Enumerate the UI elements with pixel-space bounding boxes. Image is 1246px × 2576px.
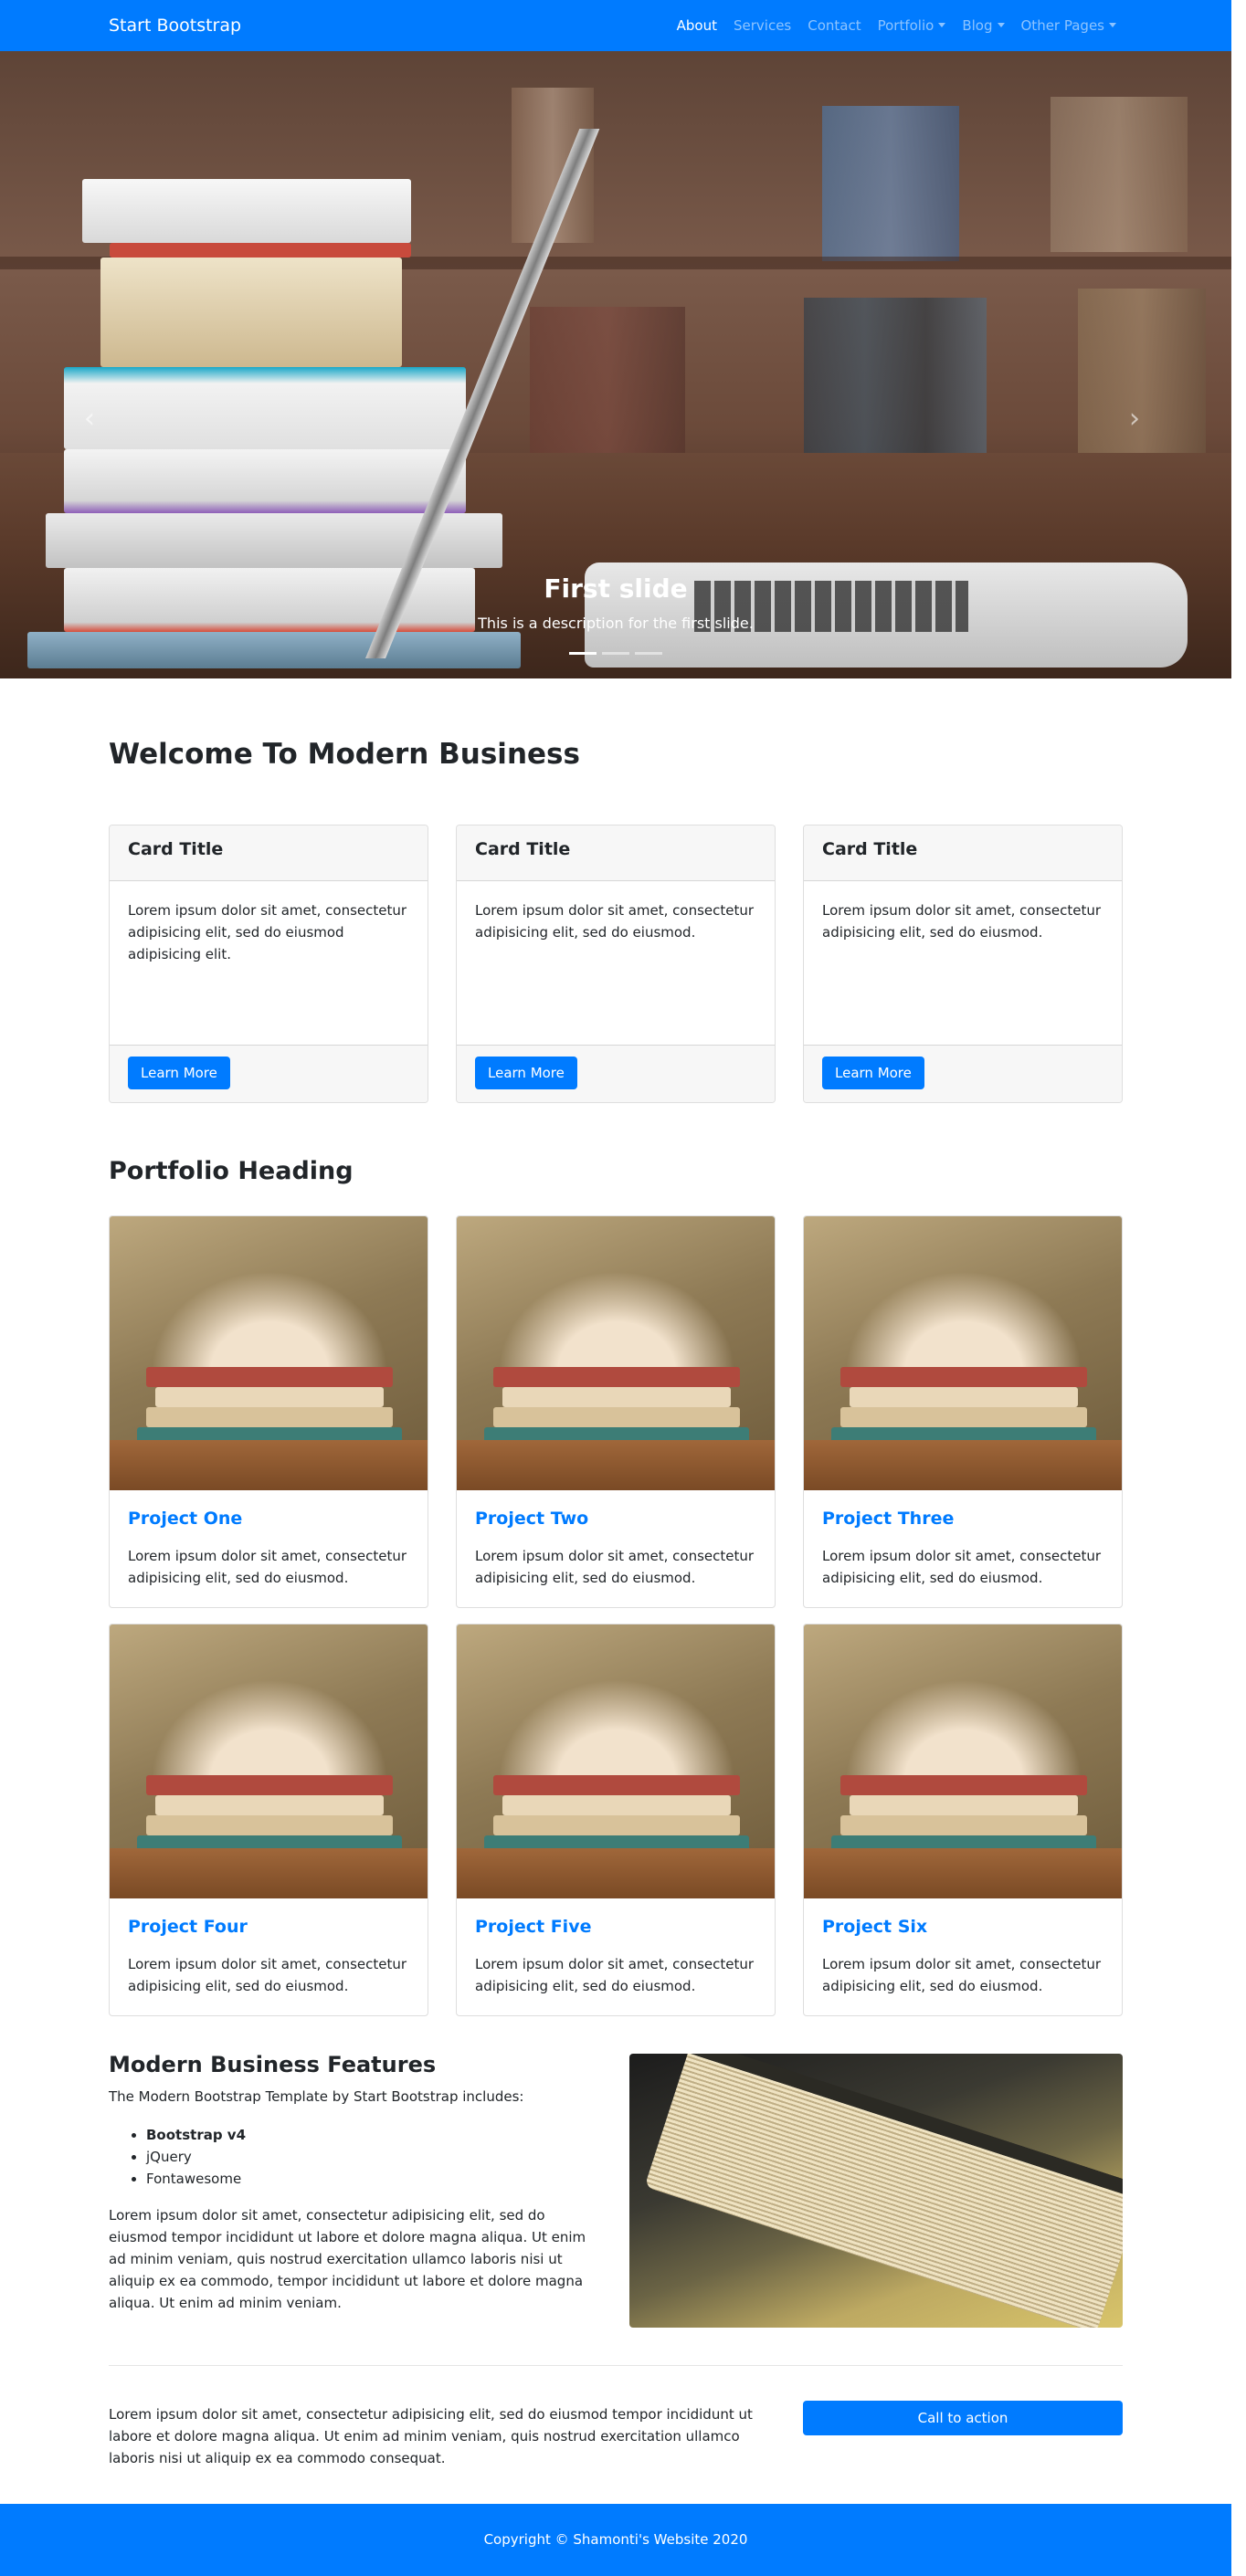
portfolio-project-description: Lorem ipsum dolor sit amet, consectetur …: [822, 1548, 1102, 1586]
portfolio-project-description: Lorem ipsum dolor sit amet, consectetur …: [475, 1956, 755, 1994]
portfolio-card-body: Project Six Lorem ipsum dolor sit amet, c…: [804, 1898, 1122, 2015]
info-card: Card Title Lorem ipsum dolor sit amet, c…: [803, 825, 1123, 1103]
caret-down-icon: [1109, 23, 1116, 27]
portfolio-project-title[interactable]: Project Six: [822, 1917, 1103, 1937]
call-to-action-button[interactable]: Call to action: [803, 2401, 1123, 2435]
learn-more-button[interactable]: Learn More: [822, 1057, 924, 1089]
features-heading: Modern Business Features: [109, 2052, 437, 2077]
nav-link-label: Portfolio: [877, 17, 934, 34]
carousel-indicator[interactable]: [569, 652, 597, 655]
portfolio-project-title[interactable]: Project One: [128, 1509, 409, 1529]
nav-link-services[interactable]: Services: [734, 17, 791, 34]
portfolio-card-body: Project Five Lorem ipsum dolor sit amet, …: [457, 1898, 775, 2015]
portfolio-image[interactable]: [110, 1216, 428, 1490]
portfolio-card-body: Project Four Lorem ipsum dolor sit amet, …: [110, 1898, 428, 2015]
card-title: Card Title: [457, 825, 775, 881]
info-card: Card Title Lorem ipsum dolor sit amet, c…: [456, 825, 776, 1103]
card-title: Card Title: [110, 825, 428, 881]
learn-more-button[interactable]: Learn More: [475, 1057, 577, 1089]
portfolio-project-description: Lorem ipsum dolor sit amet, consectetur …: [128, 1548, 407, 1586]
hero-carousel: ‹ › First slide This is a description fo…: [0, 51, 1231, 678]
portfolio-card: Project Four Lorem ipsum dolor sit amet, …: [109, 1624, 428, 2016]
features-list-item: Bootstrap v4: [146, 2124, 246, 2146]
nav-link-label: Contact: [808, 17, 861, 34]
carousel-next-icon[interactable]: ›: [1129, 403, 1140, 435]
card-footer: Learn More: [804, 1045, 1122, 1102]
carousel-caption-title: First slide: [544, 573, 688, 604]
portfolio-project-title[interactable]: Project Four: [128, 1917, 409, 1937]
portfolio-image[interactable]: [457, 1216, 775, 1490]
portfolio-project-description: Lorem ipsum dolor sit amet, consectetur …: [475, 1548, 755, 1586]
features-image: [629, 2054, 1123, 2328]
portfolio-card: Project Six Lorem ipsum dolor sit amet, c…: [803, 1624, 1123, 2016]
portfolio-card: Project Five Lorem ipsum dolor sit amet, …: [456, 1624, 776, 2016]
portfolio-card-body: Project Three Lorem ipsum dolor sit amet,…: [804, 1490, 1122, 1607]
nav-links: About Services Contact Portfolio Blog Ot…: [677, 17, 1116, 34]
welcome-heading: Welcome To Modern Business: [109, 738, 580, 771]
portfolio-heading: Portfolio Heading: [109, 1157, 354, 1185]
portfolio-project-title[interactable]: Project Five: [475, 1917, 756, 1937]
nav-link-label: About: [676, 17, 717, 34]
portfolio-image[interactable]: [457, 1624, 775, 1898]
page: Start Bootstrap About Services Contact P…: [0, 0, 1246, 2576]
nav-dropdown-portfolio[interactable]: Portfolio: [878, 17, 946, 34]
portfolio-project-title[interactable]: Project Three: [822, 1509, 1103, 1529]
portfolio-project-title[interactable]: Project Two: [475, 1509, 756, 1529]
learn-more-button[interactable]: Learn More: [128, 1057, 230, 1089]
portfolio-project-description: Lorem ipsum dolor sit amet, consectetur …: [128, 1956, 407, 1994]
portfolio-image[interactable]: [804, 1624, 1122, 1898]
carousel-prev-icon[interactable]: ‹: [84, 403, 95, 435]
info-card: Card Title Lorem ipsum dolor sit amet, c…: [109, 825, 428, 1103]
nav-link-about[interactable]: About: [677, 17, 717, 34]
card-body: Lorem ipsum dolor sit amet, consectetur …: [822, 902, 1102, 941]
page-scrollbar[interactable]: [1231, 0, 1246, 2576]
card-footer: Learn More: [457, 1045, 775, 1102]
carousel-indicator[interactable]: [635, 652, 662, 655]
carousel-caption-description: This is a description for the first slid…: [478, 615, 754, 632]
features-intro: The Modern Bootstrap Template by Start B…: [109, 2088, 524, 2105]
card-footer: Learn More: [110, 1045, 428, 1102]
portfolio-card-body: Project Two Lorem ipsum dolor sit amet, c…: [457, 1490, 775, 1607]
cta-text: Lorem ipsum dolor sit amet, consectetur …: [109, 2406, 753, 2466]
footer: Copyright © Shamonti's Website 2020: [0, 2504, 1231, 2576]
card-body: Lorem ipsum dolor sit amet, consectetur …: [128, 902, 407, 962]
features-list: Bootstrap v4 jQuery Fontawesome: [146, 2124, 246, 2190]
portfolio-card: Project Three Lorem ipsum dolor sit amet,…: [803, 1215, 1123, 1608]
navbar: Start Bootstrap About Services Contact P…: [0, 0, 1231, 51]
portfolio-card-body: Project One Lorem ipsum dolor sit amet, c…: [110, 1490, 428, 1607]
features-paragraph: Lorem ipsum dolor sit amet, consectetur …: [109, 2207, 586, 2311]
nav-dropdown-blog[interactable]: Blog: [962, 17, 1005, 34]
carousel-indicators: [0, 652, 1231, 655]
nav-link-label: Blog: [962, 17, 993, 34]
portfolio-image[interactable]: [804, 1216, 1122, 1490]
features-list-item: Fontawesome: [146, 2168, 246, 2190]
caret-down-icon: [997, 23, 1005, 27]
section-divider: [109, 2365, 1123, 2366]
navbar-brand[interactable]: Start Bootstrap: [109, 16, 241, 36]
carousel-indicator[interactable]: [602, 652, 629, 655]
nav-link-label: Services: [733, 17, 792, 34]
caret-down-icon: [938, 23, 946, 27]
card-body: Lorem ipsum dolor sit amet, consectetur …: [475, 902, 755, 941]
card-title: Card Title: [804, 825, 1122, 881]
footer-copyright: Copyright © Shamonti's Website 2020: [483, 2531, 748, 2548]
nav-link-label: Other Pages: [1020, 17, 1105, 34]
nav-dropdown-other-pages[interactable]: Other Pages: [1020, 17, 1116, 34]
portfolio-card: Project One Lorem ipsum dolor sit amet, c…: [109, 1215, 428, 1608]
features-list-item: jQuery: [146, 2146, 246, 2168]
nav-link-contact[interactable]: Contact: [808, 17, 861, 34]
portfolio-project-description: Lorem ipsum dolor sit amet, consectetur …: [822, 1956, 1102, 1994]
portfolio-image[interactable]: [110, 1624, 428, 1898]
portfolio-card: Project Two Lorem ipsum dolor sit amet, c…: [456, 1215, 776, 1608]
